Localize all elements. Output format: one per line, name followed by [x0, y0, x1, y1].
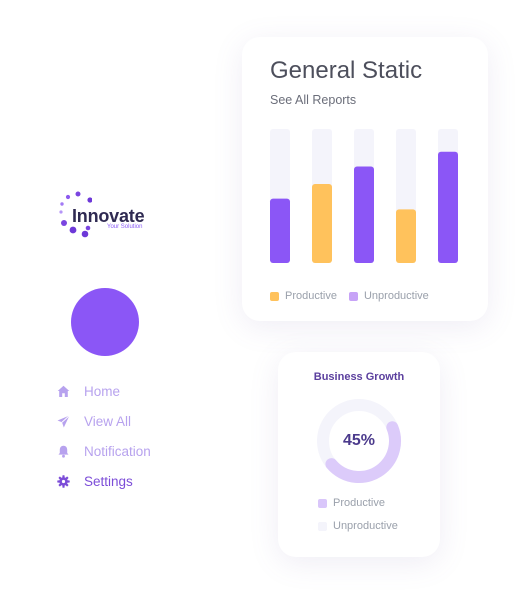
- home-icon: [56, 384, 70, 398]
- nav-item-view-all[interactable]: View All: [56, 410, 196, 432]
- legend-swatch-unproductive: [318, 521, 327, 531]
- bar-yellow[interactable]: [396, 209, 416, 263]
- legend-label-unproductive: Unproductive: [363, 290, 429, 302]
- growth-percentage: 45%: [342, 432, 376, 449]
- card-title: General Static: [270, 57, 423, 84]
- legend-swatch-productive: [318, 498, 327, 508]
- general-static-card: General Static See All Reports Productiv…: [242, 37, 488, 321]
- send-icon: [56, 414, 70, 428]
- legend-item-unproductive: Unproductive: [318, 520, 398, 532]
- nav-label-settings: Settings: [84, 473, 133, 489]
- bell-icon: [56, 444, 70, 458]
- legend-swatch-productive: [270, 291, 279, 301]
- legend-item-unproductive: Unproductive: [348, 290, 429, 302]
- legend-item-productive: Productive: [270, 290, 337, 302]
- logo: Innovate Your Solution: [56, 190, 166, 242]
- logo-tagline: Your Solution: [107, 224, 143, 230]
- nav-label-home: Home: [84, 383, 121, 399]
- gear-icon: [56, 474, 70, 488]
- legend-label-productive: Productive: [285, 290, 337, 302]
- business-growth-card: Business Growth 45% Productive Unproduct…: [278, 352, 440, 557]
- legend-label-productive: Productive: [333, 497, 385, 509]
- bar-yellow[interactable]: [312, 183, 332, 263]
- card-title: Business Growth: [313, 371, 405, 383]
- nav-item-home[interactable]: Home: [56, 380, 196, 402]
- nav-label-view-all: View All: [84, 413, 132, 429]
- legend-label-unproductive: Unproductive: [333, 520, 398, 532]
- see-all-reports-link[interactable]: See All Reports: [270, 93, 356, 107]
- bar-purple[interactable]: [270, 198, 290, 263]
- nav-label-notification: Notification: [84, 443, 151, 459]
- nav-item-notification[interactable]: Notification: [56, 440, 196, 462]
- avatar[interactable]: [71, 288, 139, 356]
- nav-item-settings[interactable]: Settings: [56, 470, 196, 492]
- legend-swatch-unproductive: [348, 291, 358, 301]
- chart-legend: Productive Unproductive: [270, 290, 441, 302]
- bar-purple[interactable]: [354, 166, 374, 263]
- legend-item-productive: Productive: [318, 497, 385, 509]
- bar-purple[interactable]: [438, 151, 458, 263]
- bar-chart: [270, 129, 458, 263]
